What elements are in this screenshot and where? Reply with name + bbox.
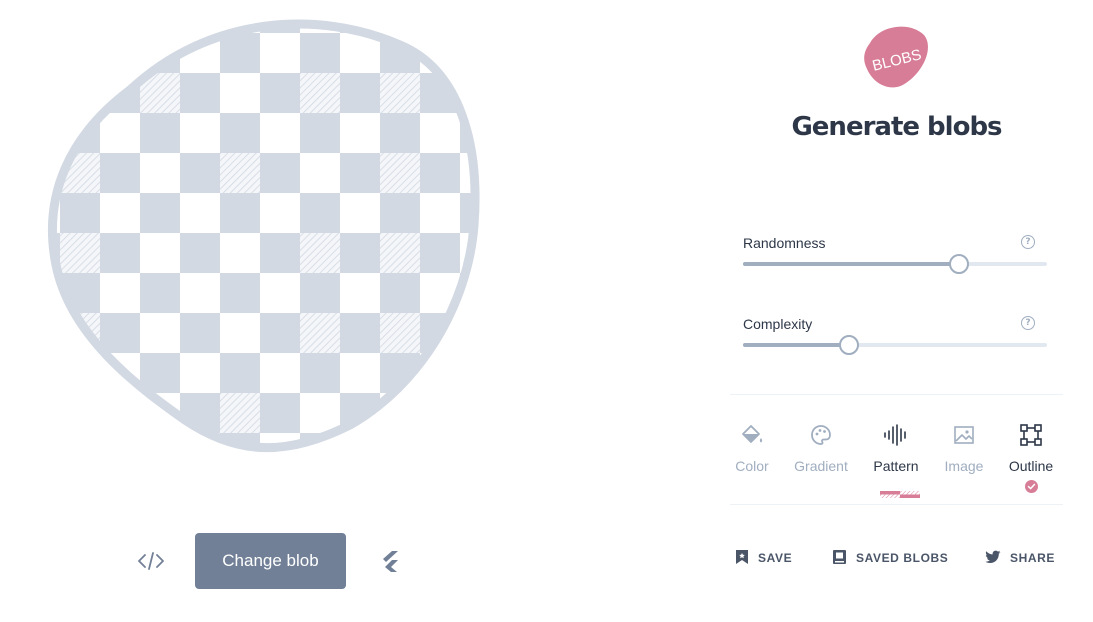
tab-color-label: Color: [735, 458, 769, 474]
pattern-indicator: [880, 485, 920, 498]
share-button[interactable]: SHARE: [985, 545, 1055, 571]
tab-image[interactable]: Image: [931, 420, 997, 500]
tab-pattern[interactable]: Pattern: [863, 420, 929, 500]
twitter-icon: [985, 550, 1001, 567]
share-label: SHARE: [1010, 551, 1056, 565]
bottom-actions: SAVE SAVED BLOBS SHARE: [730, 545, 1063, 571]
tab-gradient-label: Gradient: [794, 458, 848, 474]
saved-blobs-button[interactable]: SAVED BLOBS: [832, 545, 948, 571]
save-button[interactable]: SAVE: [735, 545, 792, 571]
tab-gradient[interactable]: Gradient: [788, 420, 854, 500]
tab-outline-label: Outline: [1008, 458, 1054, 474]
page-title: Generate blobs: [791, 112, 1002, 142]
tab-color[interactable]: Color: [719, 420, 785, 500]
saved-blobs-label: SAVED BLOBS: [856, 551, 949, 565]
randomness-fill: [743, 262, 959, 266]
image-icon: [951, 422, 977, 448]
outline-frame-icon: [1018, 422, 1044, 448]
change-blob-button[interactable]: Change blob: [195, 533, 346, 589]
randomness-label: Randomness: [743, 235, 826, 251]
complexity-slider: Complexity ?: [743, 316, 1047, 366]
blobs-logo: BLOBS: [860, 21, 932, 93]
paint-bucket-icon: [739, 422, 765, 448]
divider: [730, 394, 1063, 395]
blob-shape: [48, 19, 480, 453]
randomness-thumb[interactable]: [948, 254, 969, 274]
code-icon[interactable]: [130, 547, 172, 575]
randomness-track[interactable]: [743, 254, 1047, 274]
flutter-icon[interactable]: [375, 547, 405, 575]
complexity-help-icon[interactable]: ?: [1021, 316, 1035, 330]
tab-pattern-label: Pattern: [873, 458, 919, 474]
waveform-icon: [883, 422, 909, 448]
blob-preview: [40, 15, 500, 465]
check-icon: [1024, 480, 1038, 493]
complexity-track[interactable]: [743, 335, 1047, 355]
complexity-label: Complexity: [743, 316, 813, 332]
preview-actions: Change blob: [130, 533, 420, 589]
book-icon: [832, 549, 847, 568]
tab-outline[interactable]: Outline: [998, 420, 1064, 500]
complexity-fill: [743, 343, 850, 347]
tab-image-label: Image: [944, 458, 984, 474]
randomness-help-icon[interactable]: ?: [1021, 235, 1035, 249]
randomness-slider: Randomness ?: [743, 235, 1047, 285]
divider: [730, 504, 1063, 505]
bookmark-icon: [735, 549, 749, 568]
complexity-thumb[interactable]: [839, 335, 860, 355]
style-tabs: Color Gradient Pattern Image Outline: [730, 420, 1063, 500]
palette-icon: [808, 422, 834, 448]
save-label: SAVE: [758, 551, 793, 565]
